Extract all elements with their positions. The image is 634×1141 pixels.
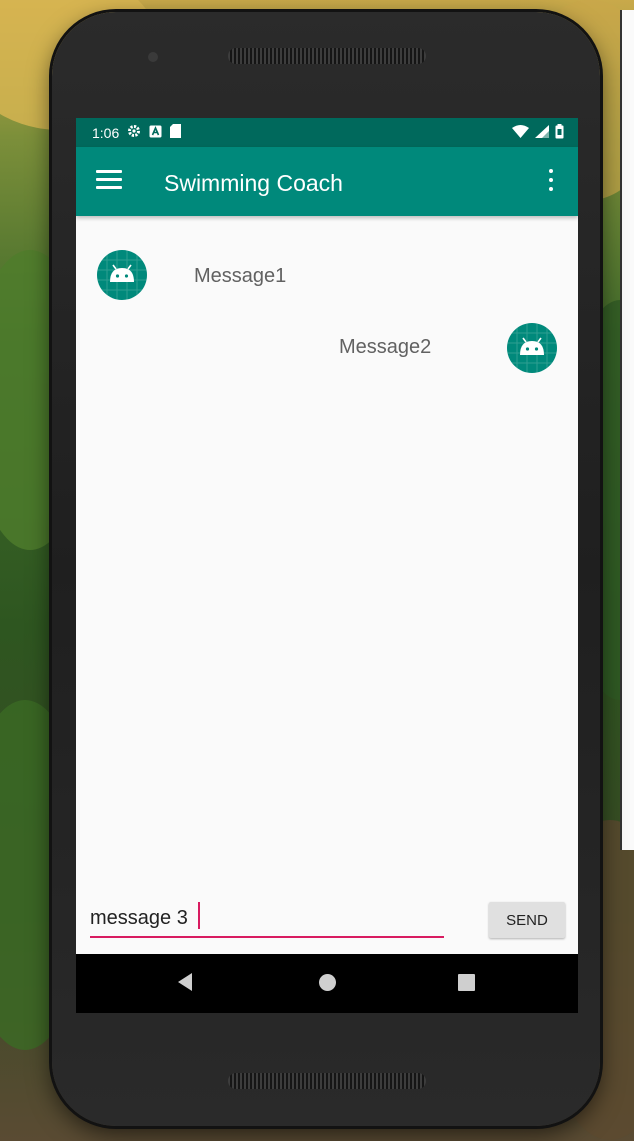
- wifi-icon: [512, 125, 529, 141]
- app-toolbar: Swimming Coach: [76, 147, 578, 216]
- system-nav-bar: [76, 954, 578, 1013]
- toolbar-title: Swimming Coach: [164, 170, 343, 196]
- bottom-speaker: [228, 1073, 426, 1089]
- sd-card-icon: [170, 124, 182, 141]
- android-avatar-icon: [97, 250, 147, 300]
- home-icon[interactable]: [319, 974, 336, 991]
- text-cursor: [198, 902, 200, 929]
- hamburger-menu-icon[interactable]: [96, 170, 122, 192]
- signal-icon: [535, 125, 549, 141]
- message-input[interactable]: [90, 900, 444, 938]
- message-text: Message2: [339, 336, 432, 358]
- more-vert-icon[interactable]: [548, 169, 554, 193]
- battery-icon: [555, 124, 564, 142]
- front-camera: [148, 52, 158, 62]
- android-avatar-icon: [507, 323, 557, 373]
- notification-a-icon: [149, 125, 162, 141]
- recents-icon[interactable]: [458, 974, 475, 991]
- settings-icon: [127, 124, 141, 141]
- send-button[interactable]: SEND: [489, 902, 565, 938]
- earpiece-speaker: [228, 48, 426, 64]
- background-window-edge: [620, 10, 634, 850]
- message-text: Message1: [194, 265, 287, 287]
- back-icon[interactable]: [178, 973, 192, 991]
- app-screen: 1:06 Swimming Coach Message1 Message2 me…: [76, 118, 578, 1013]
- status-bar: 1:06: [76, 118, 578, 147]
- status-time: 1:06: [92, 124, 120, 141]
